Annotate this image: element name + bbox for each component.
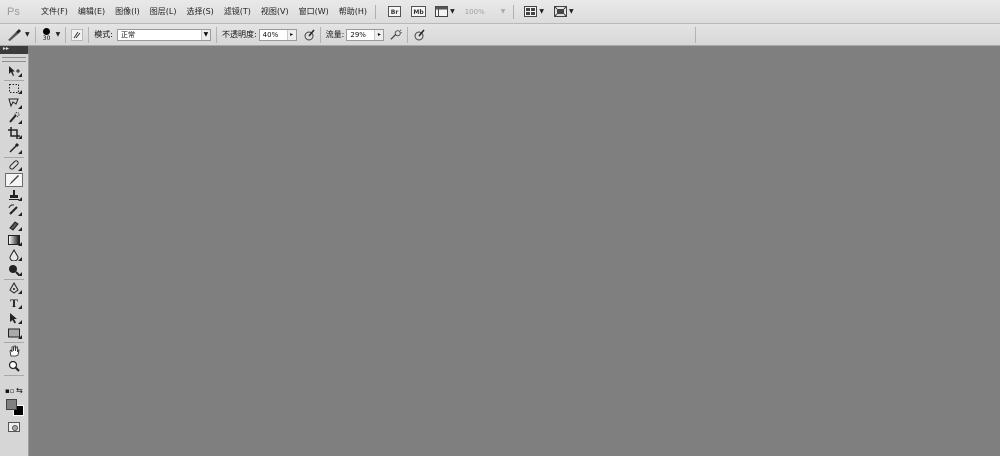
options-separator — [34, 26, 36, 43]
type-tool-icon[interactable]: T — [5, 296, 23, 310]
airbrush-button[interactable] — [390, 29, 403, 41]
options-separator — [215, 26, 217, 43]
arrange-documents-button[interactable]: ▼ — [524, 5, 544, 19]
menu-window[interactable]: 窗口(W) — [299, 6, 329, 17]
swap-colors-icon[interactable]: ⇆ — [16, 386, 23, 395]
opacity-label: 不透明度: — [221, 30, 257, 39]
menu-separator — [513, 4, 515, 19]
menu-select[interactable]: 选择(S) — [186, 6, 213, 17]
gradient-tool-icon[interactable] — [5, 233, 23, 247]
eyedropper-tool-icon[interactable] — [5, 141, 23, 155]
menu-bar: Ps 文件(F) 编辑(E) 图像(I) 图层(L) 选择(S) 滤镜(T) 视… — [0, 0, 1000, 24]
zoom-tool-icon[interactable] — [5, 359, 23, 373]
chevron-right-icon: ▸ — [374, 29, 384, 40]
brush-picker[interactable]: 30 — [41, 27, 53, 42]
crop-tool-icon[interactable] — [5, 126, 23, 140]
mode-label: 模式: — [94, 30, 113, 39]
mini-bridge-icon: Mb — [411, 6, 427, 17]
menu-file[interactable]: 文件(F) — [41, 6, 68, 17]
menu-filter[interactable]: 滤镜(T) — [224, 6, 251, 17]
history-brush-tool-icon[interactable] — [5, 203, 23, 217]
chevron-down-icon: ▼ — [539, 8, 544, 15]
tool-preset-picker[interactable]: ▼ — [5, 28, 30, 42]
path-selection-tool-icon[interactable] — [5, 311, 23, 325]
clone-stamp-tool-icon[interactable] — [5, 188, 23, 202]
view-extras-button[interactable]: ▼ — [435, 5, 455, 19]
menu-separator — [375, 4, 377, 19]
menu-view[interactable]: 视图(V) — [261, 6, 289, 17]
chevron-down-icon: ▼ — [450, 8, 455, 15]
screen-mode-icon — [553, 6, 567, 17]
arrange-documents-icon — [524, 6, 538, 17]
dodge-tool-icon[interactable] — [5, 263, 23, 277]
chevron-down-icon: ▼ — [500, 8, 506, 15]
tools-panel: T ▪▫ ⇆ — [0, 54, 29, 456]
brush-tip-icon — [43, 27, 51, 35]
options-separator — [65, 26, 67, 43]
blur-tool-icon[interactable] — [5, 248, 23, 262]
menu-image[interactable]: 图像(I) — [115, 6, 140, 17]
pen-pressure-icon — [414, 29, 425, 40]
lasso-tool-icon[interactable] — [5, 96, 23, 110]
menu-edit[interactable]: 编辑(E) — [78, 6, 105, 17]
options-bar: ▼ 30 ▼ 模式: 正常 ▼ 不透明度: 40% ▸ 流量: 29% ▸ — [0, 24, 1000, 46]
bridge-icon: Br — [388, 6, 402, 17]
brush-tool-icon[interactable] — [5, 173, 23, 187]
spot-healing-tool-icon[interactable] — [5, 158, 23, 172]
double-chevron-icon: ▸▸ — [3, 45, 10, 52]
tool-divider — [4, 279, 24, 280]
screen-mode-button[interactable]: ▼ — [553, 5, 574, 19]
bridge-button[interactable]: Br — [388, 5, 402, 19]
foreground-color-swatch[interactable] — [6, 399, 17, 410]
pen-pressure-icon — [304, 29, 315, 40]
chevron-down-icon[interactable]: ▼ — [56, 31, 61, 38]
opacity-field[interactable]: 40% ▸ — [258, 28, 297, 41]
pen-tool-icon[interactable] — [5, 281, 23, 295]
brush-panel-icon — [73, 31, 81, 38]
pressure-opacity-button[interactable] — [303, 29, 315, 41]
tool-divider — [4, 375, 24, 376]
chevron-right-icon: ▸ — [286, 29, 296, 40]
photoshop-logo: Ps — [7, 5, 20, 18]
brush-panel-toggle[interactable] — [71, 28, 84, 41]
chevron-down-icon: ▼ — [200, 29, 210, 40]
move-tool-icon[interactable] — [5, 64, 23, 78]
mini-bridge-button[interactable]: Mb — [411, 5, 427, 19]
tool-divider — [4, 342, 24, 343]
options-separator — [319, 26, 321, 43]
airbrush-icon — [390, 29, 403, 40]
zoom-level[interactable]: 100% — [465, 8, 491, 16]
quick-selection-tool-icon[interactable] — [5, 111, 23, 125]
mode-value: 正常 — [120, 30, 135, 39]
eraser-tool-icon[interactable] — [5, 218, 23, 232]
chevron-down-icon: ▼ — [568, 8, 574, 15]
chevron-down-icon: ▼ — [25, 31, 30, 38]
flow-field[interactable]: 29% ▸ — [346, 28, 385, 41]
options-separator — [88, 26, 90, 43]
rectangle-tool-icon[interactable] — [5, 326, 23, 340]
opacity-value: 40% — [262, 30, 279, 39]
pressure-size-button[interactable] — [413, 29, 425, 41]
mode-select[interactable]: 正常 ▼ — [116, 28, 211, 41]
options-separator — [407, 26, 409, 43]
flow-value: 29% — [350, 30, 366, 39]
tools-panel-collapse-button[interactable]: ▸▸ — [0, 45, 28, 54]
document-workspace[interactable] — [29, 46, 1000, 456]
panel-grip[interactable] — [2, 57, 26, 62]
menu-layer[interactable]: 图层(L) — [150, 6, 177, 17]
zoom-dropdown-button[interactable]: ▼ — [499, 5, 506, 19]
quick-mask-button[interactable] — [8, 422, 20, 432]
brush-size-label: 30 — [42, 34, 51, 42]
default-colors-icon[interactable]: ▪▫ — [5, 387, 15, 395]
menu-help[interactable]: 帮助(H) — [339, 6, 367, 17]
flow-label: 流量: — [325, 30, 345, 39]
view-extras-icon — [435, 6, 449, 17]
hand-tool-icon[interactable] — [5, 344, 23, 358]
options-separator — [695, 26, 697, 43]
marquee-tool-icon[interactable] — [5, 81, 23, 95]
brush-preset-icon — [8, 28, 21, 41]
